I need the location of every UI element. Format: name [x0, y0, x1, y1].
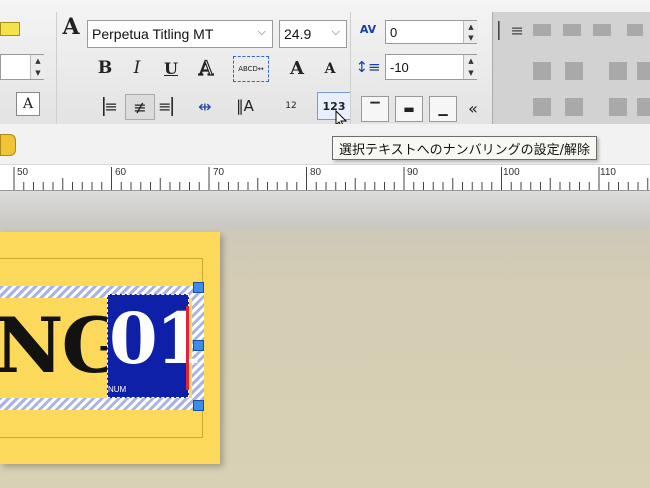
chevron-down-icon: ⌵ — [331, 26, 340, 38]
bring-front-icon[interactable] — [609, 98, 627, 116]
toolbar: ▲ ▼ A A Perpetua Titling MT ⌵ 24.9 ⌵ B I … — [0, 0, 650, 129]
grow-font-label: A — [290, 57, 304, 79]
text-caret — [186, 306, 189, 390]
object-align-section: ▏≡ — [492, 12, 650, 124]
font-size-value: 24.9 — [284, 26, 312, 42]
small-number-icon[interactable]: 12 — [279, 94, 303, 118]
outline-text-button[interactable]: A — [193, 55, 219, 80]
distribute-v-icon[interactable] — [565, 62, 583, 80]
ruler-label-90: 90 — [407, 167, 419, 178]
text-frame-label: A — [22, 96, 34, 112]
resize-handle-top-right[interactable] — [193, 282, 204, 293]
collapse-label: « — [468, 98, 478, 118]
ruler-label-100: 100 — [503, 167, 520, 178]
char-spacing-icon: AV — [359, 22, 377, 36]
ruler-label-70: 70 — [213, 167, 225, 178]
valign-bottom-icon[interactable]: ▁ — [429, 96, 457, 122]
font-section: A Perpetua Titling MT ⌵ 24.9 ⌵ B I U A A… — [56, 12, 351, 129]
valign-top-icon[interactable]: ▔ — [361, 96, 389, 122]
main-text[interactable]: NG — [0, 308, 126, 384]
same-height-icon[interactable] — [637, 62, 650, 80]
ruler-label-50: 50 — [17, 167, 29, 178]
numbering-tooltip: 選択テキストへのナンバリングの設定/解除 — [332, 136, 597, 160]
distribute-h-icon[interactable] — [533, 62, 551, 80]
send-back-icon[interactable] — [637, 98, 650, 116]
underline-button[interactable]: U — [159, 56, 183, 80]
number-tag: NUM — [108, 385, 127, 394]
char-spacing-value: 0 — [390, 24, 398, 40]
grow-font-button[interactable]: A — [285, 56, 309, 80]
ruler-label-60: 60 — [115, 167, 127, 178]
shrink-font-button[interactable]: A — [319, 58, 341, 80]
database-icon[interactable] — [0, 134, 16, 156]
text-frame-icon[interactable]: A — [16, 92, 40, 116]
outline-label: A — [198, 55, 214, 80]
tooltip-text: 選択テキストへのナンバリングの設定/解除 — [339, 142, 590, 158]
small-number-label: 12 — [285, 101, 297, 111]
ungroup-icon[interactable] — [565, 98, 583, 116]
font-size-dropdown[interactable]: 24.9 ⌵ — [279, 20, 347, 48]
collapse-button[interactable]: « — [463, 96, 483, 120]
italic-button[interactable]: I — [125, 56, 149, 80]
underline-label: U — [164, 58, 178, 78]
align-objects-center-icon[interactable] — [533, 24, 551, 36]
align-center-icon[interactable]: ≢ — [125, 94, 155, 120]
align-objects-middle-icon[interactable] — [563, 24, 581, 36]
font-name-value: Perpetua Titling MT — [92, 26, 214, 42]
align-objects-top-icon[interactable] — [627, 24, 643, 36]
align-objects-right-icon[interactable] — [593, 24, 611, 36]
font-section-icon: A — [62, 14, 80, 40]
same-width-icon[interactable] — [609, 62, 627, 80]
left-value-spinner[interactable]: ▲ ▼ — [30, 55, 45, 79]
line-spacing-value: -10 — [390, 59, 409, 75]
line-spacing-spinner[interactable]: ▲ ▼ — [463, 55, 478, 79]
bold-label: B — [97, 58, 113, 78]
line-spacing-icon: ↕≡ — [355, 58, 381, 76]
spacing-section: AV 0 ▲ ▼ ↕≡ -10 ▲ ▼ ▔ ▬ ▁ « — [350, 12, 491, 124]
align-left-icon[interactable]: ▕≡ — [92, 94, 118, 118]
char-spacing-spinner[interactable]: ▲ ▼ — [463, 21, 478, 43]
char-fit-icon[interactable]: ABCD↔ — [233, 56, 269, 82]
italic-label: I — [133, 58, 141, 78]
font-name-dropdown[interactable]: Perpetua Titling MT ⌵ — [87, 20, 273, 48]
canvas-margin — [0, 191, 650, 229]
align-objects-left-icon[interactable]: ▏≡ — [498, 18, 524, 42]
resize-handle-bottom-right[interactable] — [193, 400, 204, 411]
justify-icon[interactable]: ⇹ — [193, 94, 217, 118]
chevron-down-icon: ⌵ — [257, 26, 266, 38]
ruler-ticks — [13, 167, 649, 190]
toolbar-left-section: ▲ ▼ A — [0, 12, 52, 124]
ruler-label-110: 110 — [600, 167, 616, 178]
color-swatch-icon[interactable] — [0, 22, 20, 36]
ruler-label-80: 80 — [310, 167, 322, 178]
valign-middle-icon[interactable]: ▬ — [395, 96, 423, 122]
align-right-icon[interactable]: ≡▏ — [158, 94, 184, 118]
group-icon[interactable] — [533, 98, 551, 116]
vertical-text-icon[interactable]: ‖A — [233, 94, 257, 118]
bold-button[interactable]: B — [93, 56, 117, 80]
shrink-font-label: A — [324, 61, 336, 77]
resize-handle-right[interactable] — [193, 340, 204, 351]
horizontal-ruler[interactable]: 50 60 70 80 90 100 110 — [0, 165, 650, 191]
